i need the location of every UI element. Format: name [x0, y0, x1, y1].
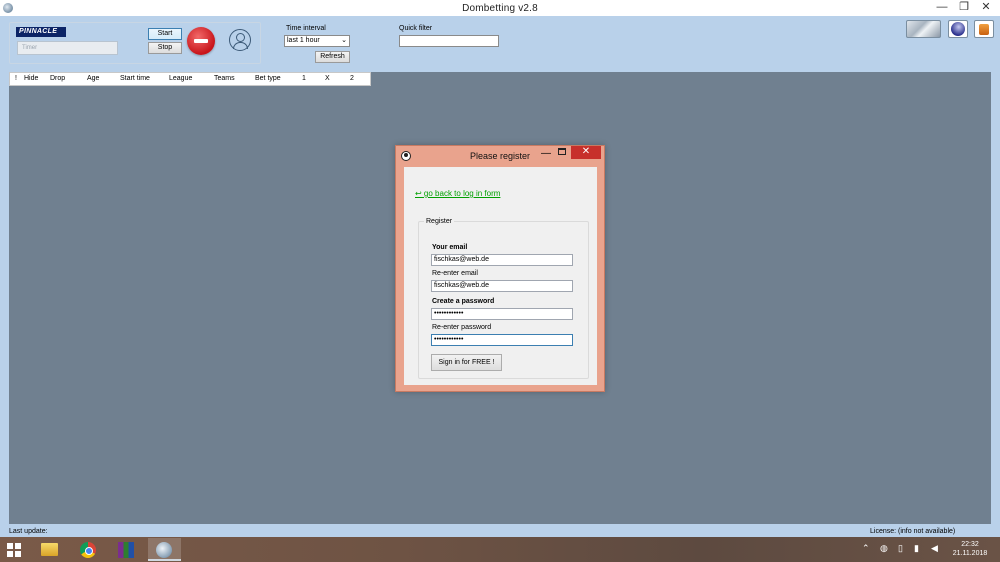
network-globe-icon[interactable]: ◍	[880, 543, 888, 554]
volume-icon[interactable]: ◀	[931, 543, 938, 554]
clock[interactable]: 22:32 21.11.2018	[948, 540, 992, 558]
column-header[interactable]: Bet type	[255, 75, 281, 82]
signal-icon[interactable]: ▮	[914, 543, 919, 554]
taskbar: ⌃ ◍ ▯ ▮ ◀ 22:32 21.11.2018	[0, 537, 1000, 562]
disc-icon[interactable]	[948, 20, 968, 38]
time-interval-label: Time interval	[286, 25, 326, 32]
back-to-login-link[interactable]: ↩ go back to log in form	[415, 189, 500, 198]
user-icon[interactable]	[229, 29, 251, 51]
sign-in-button[interactable]: Sign in for FREE !	[431, 354, 502, 371]
dialog-maximize-button[interactable]	[558, 148, 566, 155]
status-bar: Last update: License: (info not availabl…	[0, 526, 1000, 537]
reenter-email-field[interactable]: fischkas@web.de	[431, 280, 573, 292]
reenter-password-field[interactable]: ••••••••••••	[431, 334, 573, 346]
column-header[interactable]: Teams	[214, 75, 235, 82]
register-group-label: Register	[424, 218, 455, 225]
window-titlebar: Dombetting v2.8 — ❐ ✕	[0, 0, 1000, 16]
chrome-icon[interactable]	[72, 538, 105, 561]
column-header[interactable]: Age	[87, 75, 99, 82]
column-header[interactable]: Drop	[50, 75, 65, 82]
register-group: Register Your email fischkas@web.de Re-e…	[418, 218, 589, 379]
control-group: PINNACLE Timer Start Stop	[9, 22, 261, 64]
column-header[interactable]: X	[325, 75, 330, 82]
reenter-email-label: Re-enter email	[432, 270, 478, 277]
column-header[interactable]: Hide	[24, 75, 38, 82]
column-header[interactable]: !	[15, 75, 17, 82]
quick-filter-label: Quick filter	[399, 25, 433, 32]
dombetting-taskbar-icon[interactable]	[148, 538, 181, 561]
dialog-minimize-button[interactable]: —	[541, 148, 551, 159]
window-title: Dombetting v2.8	[462, 3, 538, 14]
clock-date: 21.11.2018	[952, 550, 988, 557]
map-icon[interactable]	[906, 20, 941, 38]
tray-chevron-icon[interactable]: ⌃	[862, 543, 870, 554]
winrar-icon[interactable]	[110, 538, 143, 561]
pinnacle-logo: PINNACLE	[16, 27, 66, 37]
dialog-titlebar: Please register — ✕	[396, 146, 604, 166]
battery-icon[interactable]: ▯	[898, 543, 903, 554]
file-explorer-icon[interactable]	[33, 538, 66, 561]
timer-field[interactable]: Timer	[17, 41, 118, 55]
refresh-button[interactable]: Refresh	[315, 51, 350, 63]
quick-filter-input[interactable]	[399, 35, 499, 47]
lock-icon[interactable]	[974, 20, 994, 38]
register-dialog: Please register — ✕ ↩ go back to log in …	[395, 145, 605, 392]
stop-button[interactable]: Stop	[148, 42, 182, 54]
reenter-password-label: Re-enter password	[432, 324, 492, 331]
time-interval-value: last 1 hour	[287, 37, 320, 44]
toolbar: PINNACLE Timer Start Stop Time interval …	[0, 16, 1000, 71]
email-label: Your email	[432, 244, 468, 251]
license-label: License: (info not available)	[870, 528, 956, 535]
chevron-down-icon: ⌄	[341, 37, 347, 44]
password-field[interactable]: ••••••••••••	[431, 308, 573, 320]
windows-start-icon[interactable]	[7, 543, 21, 557]
column-header[interactable]: 2	[350, 75, 354, 82]
column-header[interactable]: Start time	[120, 75, 150, 82]
dialog-close-button[interactable]: ✕	[571, 146, 601, 159]
last-update-label: Last update:	[9, 528, 48, 535]
stop-sign-icon[interactable]	[187, 27, 215, 55]
column-header[interactable]: League	[169, 75, 192, 82]
dialog-body: ↩ go back to log in form Register Your e…	[404, 167, 597, 385]
column-header[interactable]: 1	[302, 75, 306, 82]
email-field[interactable]: fischkas@web.de	[431, 254, 573, 266]
close-button[interactable]: ✕	[972, 0, 1000, 16]
password-label: Create a password	[432, 298, 495, 305]
time-interval-select[interactable]: last 1 hour ⌄	[284, 35, 350, 47]
grid-header: ! Hide Drop Age Start time League Teams …	[9, 72, 371, 86]
start-button[interactable]: Start	[148, 28, 182, 40]
clock-time: 22:32	[961, 541, 979, 548]
